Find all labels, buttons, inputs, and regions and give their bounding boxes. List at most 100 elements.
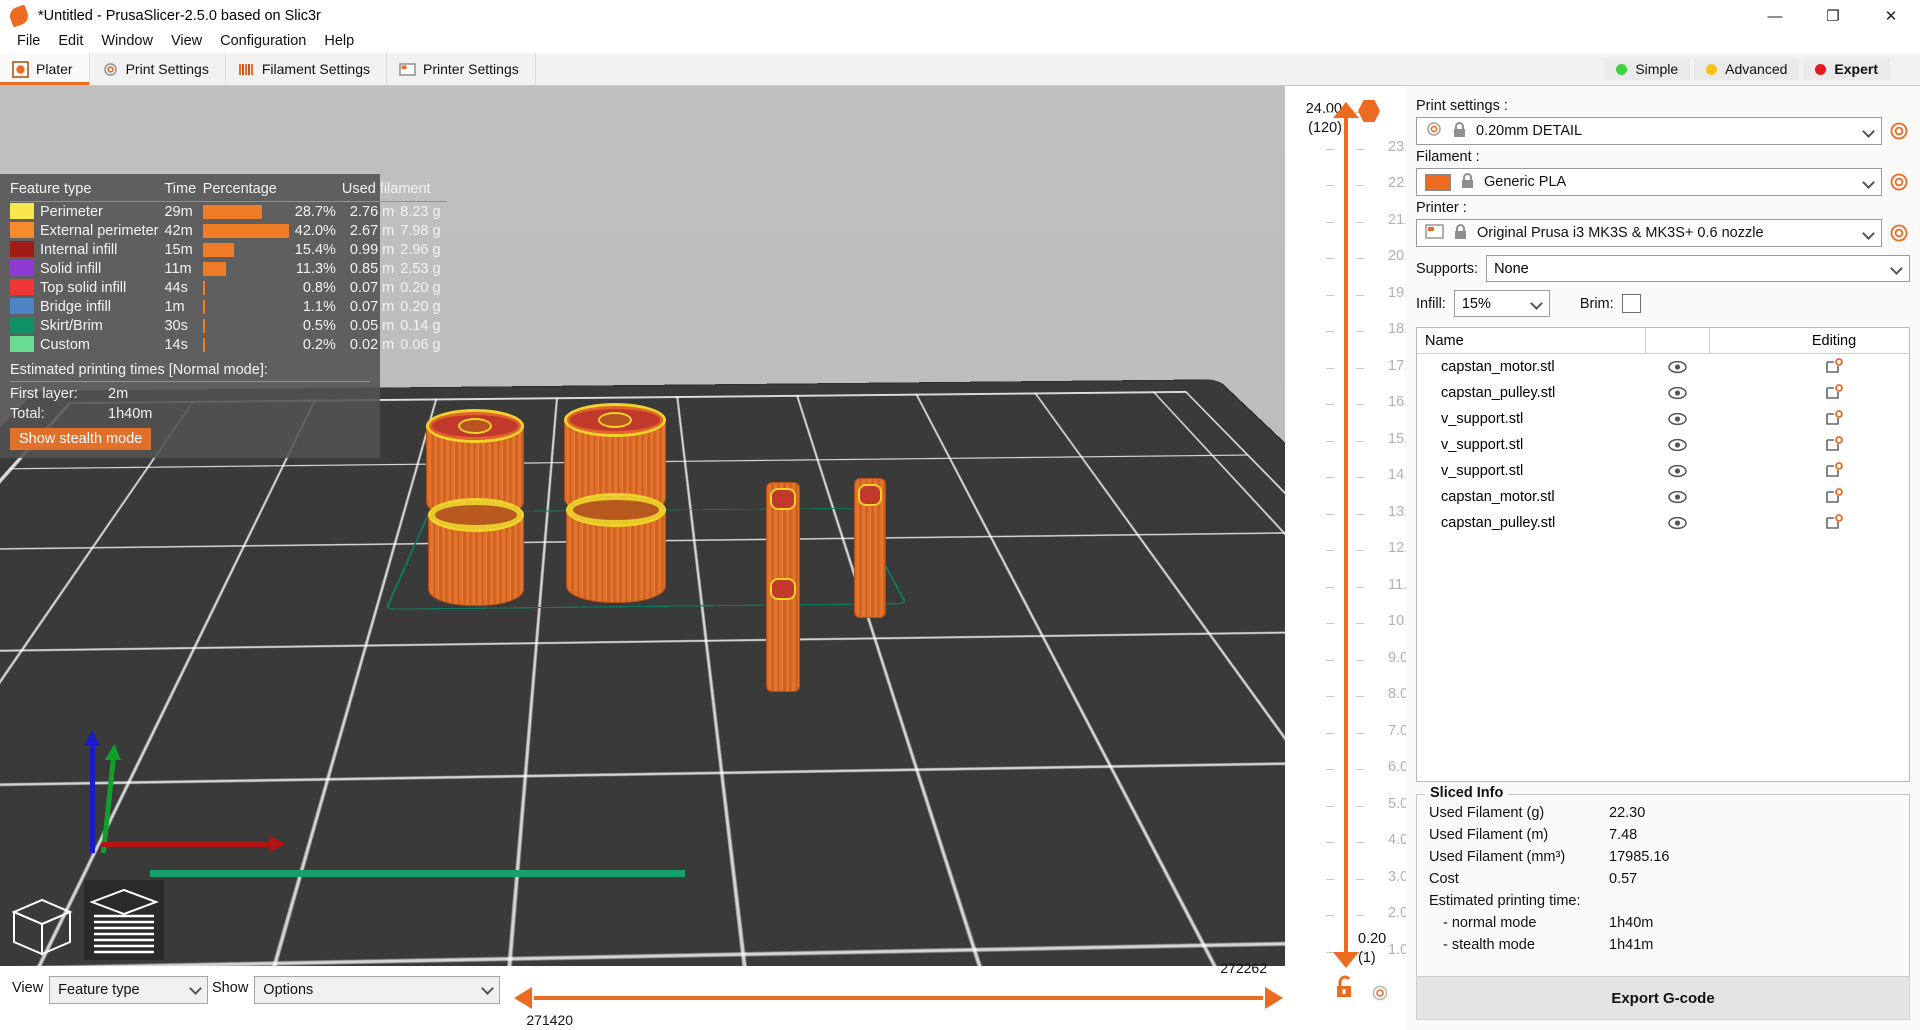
layer-slider-lower-handle[interactable] — [1333, 952, 1359, 968]
first-layer-value: 2m — [108, 386, 129, 402]
edit-icon[interactable] — [1759, 514, 1909, 532]
object-list-item[interactable]: capstan_motor.stl — [1417, 484, 1909, 510]
printer-select[interactable]: Original Prusa i3 MK3S & MK3S+ 0.6 nozzl… — [1416, 219, 1882, 247]
menu-file[interactable]: File — [8, 31, 49, 51]
object-list-item[interactable]: v_support.stl — [1417, 432, 1909, 458]
menu-configuration[interactable]: Configuration — [211, 31, 315, 51]
legend-percent-bar — [202, 337, 205, 352]
legend-time: 11m — [164, 260, 192, 277]
move-slider-right-handle[interactable] — [1265, 987, 1283, 1009]
brim-checkbox[interactable] — [1621, 294, 1641, 313]
legend-time: 14s — [164, 336, 188, 353]
eye-icon[interactable] — [1645, 490, 1709, 504]
menu-help[interactable]: Help — [315, 31, 363, 51]
legend-time: 42m — [164, 222, 193, 239]
menu-bar: File Edit Window View Configuration Help — [0, 28, 1920, 54]
print-settings-gear-icon[interactable] — [1888, 120, 1910, 142]
eye-icon[interactable] — [1645, 386, 1709, 400]
infill-select[interactable]: 15% — [1453, 290, 1550, 317]
export-gcode-button[interactable]: Export G-code — [1416, 976, 1910, 1020]
menu-window[interactable]: Window — [92, 31, 162, 51]
legend-col-feature-type: Feature type — [10, 179, 165, 202]
legend-percent-bar — [202, 318, 205, 333]
mode-expert[interactable]: Expert — [1803, 58, 1890, 80]
legend-percent: 28.7% — [294, 203, 336, 220]
eye-icon[interactable] — [1645, 464, 1709, 478]
printer-row: Original Prusa i3 MK3S & MK3S+ 0.6 nozzl… — [1416, 219, 1910, 247]
eye-icon[interactable] — [1645, 438, 1709, 452]
menu-view[interactable]: View — [162, 31, 211, 51]
legend-row[interactable]: Internal infill 15m 15.4% 0.99 m 2.96 g — [10, 240, 447, 259]
tab-filament-settings[interactable]: Filament Settings — [225, 53, 388, 85]
tab-printer-settings[interactable]: Printer Settings — [387, 53, 536, 85]
tab-plater[interactable]: Plater — [0, 53, 90, 85]
bed-surface: ORIGINAL PRUSA i3 MK3 by Josef Prusa — [0, 380, 1285, 966]
layer-tick — [1356, 440, 1364, 442]
chevron-down-icon — [1862, 125, 1875, 138]
filament-color-swatch — [1425, 173, 1451, 191]
stealth-mode-label: - stealth mode — [1443, 937, 1535, 953]
print-preset-icon — [1425, 120, 1443, 142]
right-sidebar: Print settings : 0.20mm DETAIL Filament … — [1406, 86, 1920, 1030]
layers-icon[interactable] — [84, 880, 164, 960]
legend-row[interactable]: Bridge infill 1m 1.1% 0.07 m 0.20 g — [10, 297, 447, 316]
object-list-item[interactable]: capstan_pulley.stl — [1417, 380, 1909, 406]
lock-icon — [1460, 172, 1475, 193]
legend-row[interactable]: Solid infill 11m 11.3% 0.85 m 2.53 g — [10, 259, 447, 278]
3d-viewport[interactable]: ORIGINAL PRUSA i3 MK3 by Josef Prusa — [0, 86, 1285, 966]
legend-bar-cell — [202, 240, 295, 259]
layer-tick — [1326, 550, 1334, 552]
legend-row[interactable]: Custom 14s 0.2% 0.02 m 0.06 g — [10, 335, 447, 354]
legend-bar-cell — [202, 297, 295, 316]
edit-icon[interactable] — [1759, 462, 1909, 480]
object-list[interactable]: Name Editing capstan_motor.stl capstan_pu… — [1416, 327, 1910, 782]
mode-simple[interactable]: Simple — [1604, 58, 1691, 80]
edit-icon[interactable] — [1759, 488, 1909, 506]
edit-icon[interactable] — [1759, 384, 1909, 402]
unlocked-icon[interactable] — [1334, 975, 1356, 1004]
chevron-down-icon — [1890, 262, 1903, 275]
edit-icon[interactable] — [1759, 410, 1909, 428]
layer-tick — [1326, 659, 1334, 661]
legend-row[interactable]: Top solid infill 44s 0.8% 0.07 m 0.20 g — [10, 278, 447, 297]
layer-slider-upper-handle[interactable] — [1333, 102, 1359, 118]
object-list-item[interactable]: capstan_pulley.stl — [1417, 510, 1909, 536]
filament-gear-icon[interactable] — [1888, 171, 1910, 193]
tab-print-settings[interactable]: Print Settings — [89, 53, 226, 85]
view-cube-icon[interactable] — [6, 888, 78, 960]
legend-row[interactable]: External perimeter 42m 42.0% 2.67 m 7.98 g — [10, 221, 447, 240]
object-list-item[interactable]: capstan_motor.stl — [1417, 354, 1909, 380]
horizontal-move-slider[interactable]: 271420 272262 — [512, 960, 1285, 1028]
layer-slider[interactable]: 24.00 (120) 23.0022.0021.0020.0019.0018.… — [1286, 86, 1424, 1030]
printer-gear-icon[interactable] — [1888, 222, 1910, 244]
layer-tick — [1356, 185, 1364, 187]
sliced-info-key: Used Filament (mm³) — [1429, 849, 1566, 865]
show-options-select[interactable]: Options — [254, 976, 501, 1004]
legend-percent: 42.0% — [294, 222, 336, 239]
eye-icon[interactable] — [1645, 516, 1709, 530]
view-type-select[interactable]: Feature type — [49, 976, 209, 1004]
legend-meters: 0.99 m — [349, 241, 395, 258]
object-list-rows: capstan_motor.stl capstan_pulley.stl v_sup… — [1417, 354, 1909, 536]
filament-select[interactable]: Generic PLA — [1416, 168, 1882, 196]
sliced-info-value: 7.48 — [1609, 827, 1638, 843]
supports-select[interactable]: None — [1486, 255, 1910, 282]
show-stealth-mode-button[interactable]: Show stealth mode — [10, 428, 152, 450]
gear-icon[interactable] — [1370, 983, 1390, 1008]
layer-tick — [1326, 586, 1334, 588]
object-list-item[interactable]: v_support.stl — [1417, 406, 1909, 432]
eye-icon[interactable] — [1645, 360, 1709, 374]
legend-row[interactable]: Skirt/Brim 30s 0.5% 0.05 m 0.14 g — [10, 316, 447, 335]
print-settings-select[interactable]: 0.20mm DETAIL — [1416, 117, 1882, 145]
edit-icon[interactable] — [1759, 358, 1909, 376]
menu-edit[interactable]: Edit — [49, 31, 92, 51]
layer-slider-bottom-layer: (1) — [1358, 950, 1376, 966]
edit-icon[interactable] — [1759, 436, 1909, 454]
move-slider-left-handle[interactable] — [514, 987, 533, 1009]
object-list-item[interactable]: v_support.stl — [1417, 458, 1909, 484]
eye-icon[interactable] — [1645, 412, 1709, 426]
first-layer-row: First layer: 2m — [10, 386, 370, 402]
mode-advanced[interactable]: Advanced — [1694, 58, 1800, 80]
legend-meters: 2.67 m — [349, 222, 395, 239]
legend-row[interactable]: Perimeter 29m 28.7% 2.76 m 8.23 g — [10, 202, 447, 222]
